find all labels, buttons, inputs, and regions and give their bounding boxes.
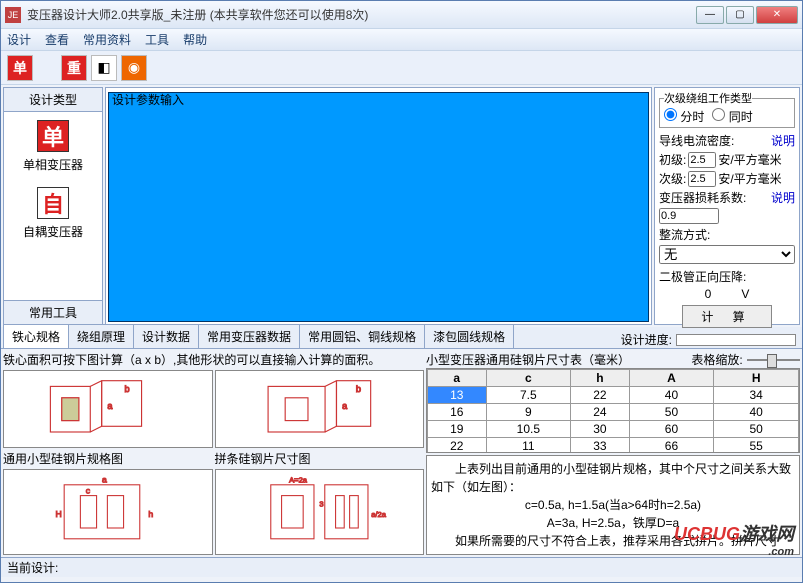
toolbar-power-button[interactable]: ◉ (121, 55, 147, 81)
menu-view[interactable]: 查看 (45, 31, 69, 48)
design-canvas[interactable] (108, 92, 649, 322)
tab-enamel-wire[interactable]: 漆包圆线规格 (424, 324, 514, 348)
table-row: 2211336655 (428, 438, 799, 454)
tab-winding[interactable]: 绕组原理 (68, 324, 134, 348)
svg-text:A=2a: A=2a (289, 476, 308, 485)
app-icon: JE (5, 7, 21, 23)
left-panel: 设计类型 单 单相变压器 自 自耦变压器 常用工具 (3, 87, 103, 325)
design-header: 设计参数输入 (108, 90, 188, 109)
radio-timeshare[interactable]: 分时 (664, 108, 704, 125)
rectifier-select[interactable]: 无 (659, 245, 795, 264)
loss-label: 变压器损耗系数: (659, 189, 746, 206)
close-button[interactable]: ✕ (756, 6, 798, 24)
density-help-link[interactable]: 说明 (771, 132, 795, 149)
winding-type-group: 次级绕组工作类型 分时 同时 (659, 90, 795, 128)
svg-text:a/2a: a/2a (371, 510, 386, 519)
svg-text:h: h (149, 509, 154, 519)
calculate-button[interactable]: 计 算 (682, 305, 772, 328)
left-footer-tools[interactable]: 常用工具 (4, 300, 102, 324)
toolbar-icon-button[interactable]: ◧ (91, 55, 117, 81)
primary-label: 初级: (659, 151, 686, 168)
desc-line-4: 如果所需要的尺寸不符合上表，推荐采用各式拼片。拼片尺寸 (431, 532, 795, 550)
primary-input[interactable] (688, 152, 716, 168)
design-area: 设计参数输入 (105, 87, 652, 325)
table-row: 137.5224034 (428, 387, 799, 404)
radio-simultaneous-input[interactable] (712, 108, 725, 121)
maximize-button[interactable]: ▢ (726, 6, 754, 24)
menu-design[interactable]: 设计 (7, 31, 31, 48)
toolbar: 单 重 ◧ ◉ (1, 51, 802, 85)
single-phase-icon[interactable]: 单 (37, 120, 69, 152)
col-A[interactable]: A (629, 370, 714, 387)
toolbar-single-button[interactable]: 单 (7, 55, 33, 81)
zoom-slider[interactable] (747, 352, 800, 368)
secondary-label: 次级: (659, 170, 686, 187)
col-a[interactable]: a (428, 370, 487, 387)
primary-unit: 安/平方毫米 (718, 151, 781, 168)
svg-text:a: a (342, 401, 348, 411)
svg-text:b: b (356, 384, 361, 394)
loss-input[interactable] (659, 208, 719, 224)
spec-diagram-1: Hc a h (3, 469, 213, 555)
svg-text:H: H (56, 509, 62, 519)
winding-type-legend: 次级绕组工作类型 (664, 90, 752, 106)
diode-zero: 0 (705, 287, 712, 301)
toolbar-heavy-button[interactable]: 重 (61, 55, 87, 81)
single-phase-label: 单相变压器 (23, 156, 83, 173)
core-area-header: 铁心面积可按下图计算（a x b）,其他形状的可以直接输入计算的面积。 (3, 351, 424, 368)
secondary-input[interactable] (688, 171, 716, 187)
svg-text:a: a (108, 401, 114, 411)
spec-table-wrap: a c h A H 137.5224034 169245040 1910.530… (426, 368, 800, 453)
auto-transformer-label: 自耦变压器 (23, 223, 83, 240)
description-box: 上表列出目前通用的小型硅钢片规格，其中个尺寸之间关系大致如下（如左图）： c=0… (426, 455, 800, 555)
radio-timeshare-input[interactable] (664, 108, 677, 121)
tab-core-spec[interactable]: 铁心规格 (3, 324, 69, 348)
desc-line-2: c=0.5a, h=1.5a(当a>64时h=2.5a) (431, 496, 795, 514)
svg-text:3: 3 (319, 500, 323, 509)
density-label: 导线电流密度: (659, 132, 734, 149)
progress-bar (676, 334, 796, 346)
menubar: 设计 查看 常用资料 工具 帮助 (1, 29, 802, 51)
sub-header-2: 拼条硅钢片尺寸图 (215, 450, 425, 467)
desc-line-3: A=3a, H=2.5a，铁厚D=a (431, 514, 795, 532)
svg-text:b: b (125, 384, 130, 394)
titlebar: JE 变压器设计大师2.0共享版_未注册 (本共享软件您还可以使用8次) — ▢… (1, 1, 802, 29)
secondary-unit: 安/平方毫米 (718, 170, 781, 187)
zoom-label: 表格缩放: (691, 351, 742, 368)
diode-v: V (741, 287, 749, 301)
radio-simultaneous[interactable]: 同时 (712, 108, 752, 125)
table-row: 169245040 (428, 404, 799, 421)
bottom-tabs: 铁心规格 绕组原理 设计数据 常用变压器数据 常用圆铝、铜线规格 漆包圆线规格 … (1, 327, 802, 349)
menu-resources[interactable]: 常用资料 (83, 31, 131, 48)
menu-tools[interactable]: 工具 (145, 31, 169, 48)
table-row: 1910.5306050 (428, 421, 799, 438)
core-diagram-2: ab (215, 370, 425, 448)
right-panel: 次级绕组工作类型 分时 同时 导线电流密度: 说明 初级: 安/平方毫米 次级: 安/… (654, 87, 800, 325)
desc-line-1: 上表列出目前通用的小型硅钢片规格，其中个尺寸之间关系大致如下（如左图）： (431, 460, 795, 496)
loss-help-link[interactable]: 说明 (771, 189, 795, 206)
tab-design-data[interactable]: 设计数据 (133, 324, 199, 348)
minimize-button[interactable]: — (696, 6, 724, 24)
tab-transformer-data[interactable]: 常用变压器数据 (198, 324, 300, 348)
col-c[interactable]: c (486, 370, 571, 387)
table-header: 小型变压器通用硅钢片尺寸表（毫米） (426, 351, 630, 368)
col-h[interactable]: h (571, 370, 630, 387)
spec-table: a c h A H 137.5224034 169245040 1910.530… (427, 369, 799, 453)
left-tab-design-type[interactable]: 设计类型 (4, 88, 102, 112)
status-bar: 当前设计: (1, 557, 802, 577)
spec-diagram-2: A=2a 3 a/2a (215, 469, 425, 555)
svg-text:c: c (86, 486, 91, 496)
sub-header-1: 通用小型硅钢片规格图 (3, 450, 213, 467)
window-title: 变压器设计大师2.0共享版_未注册 (本共享软件您还可以使用8次) (27, 6, 696, 23)
core-diagram-1: ab (3, 370, 213, 448)
progress-label: 设计进度: (621, 331, 672, 348)
svg-text:a: a (102, 475, 107, 485)
tab-wire-spec[interactable]: 常用圆铝、铜线规格 (299, 324, 425, 348)
auto-transformer-icon[interactable]: 自 (37, 187, 69, 219)
rectifier-label: 整流方式: (659, 226, 710, 243)
menu-help[interactable]: 帮助 (183, 31, 207, 48)
col-H[interactable]: H (714, 370, 799, 387)
diode-label: 二极管正向压降: (659, 268, 746, 285)
status-label: 当前设计: (7, 559, 58, 576)
